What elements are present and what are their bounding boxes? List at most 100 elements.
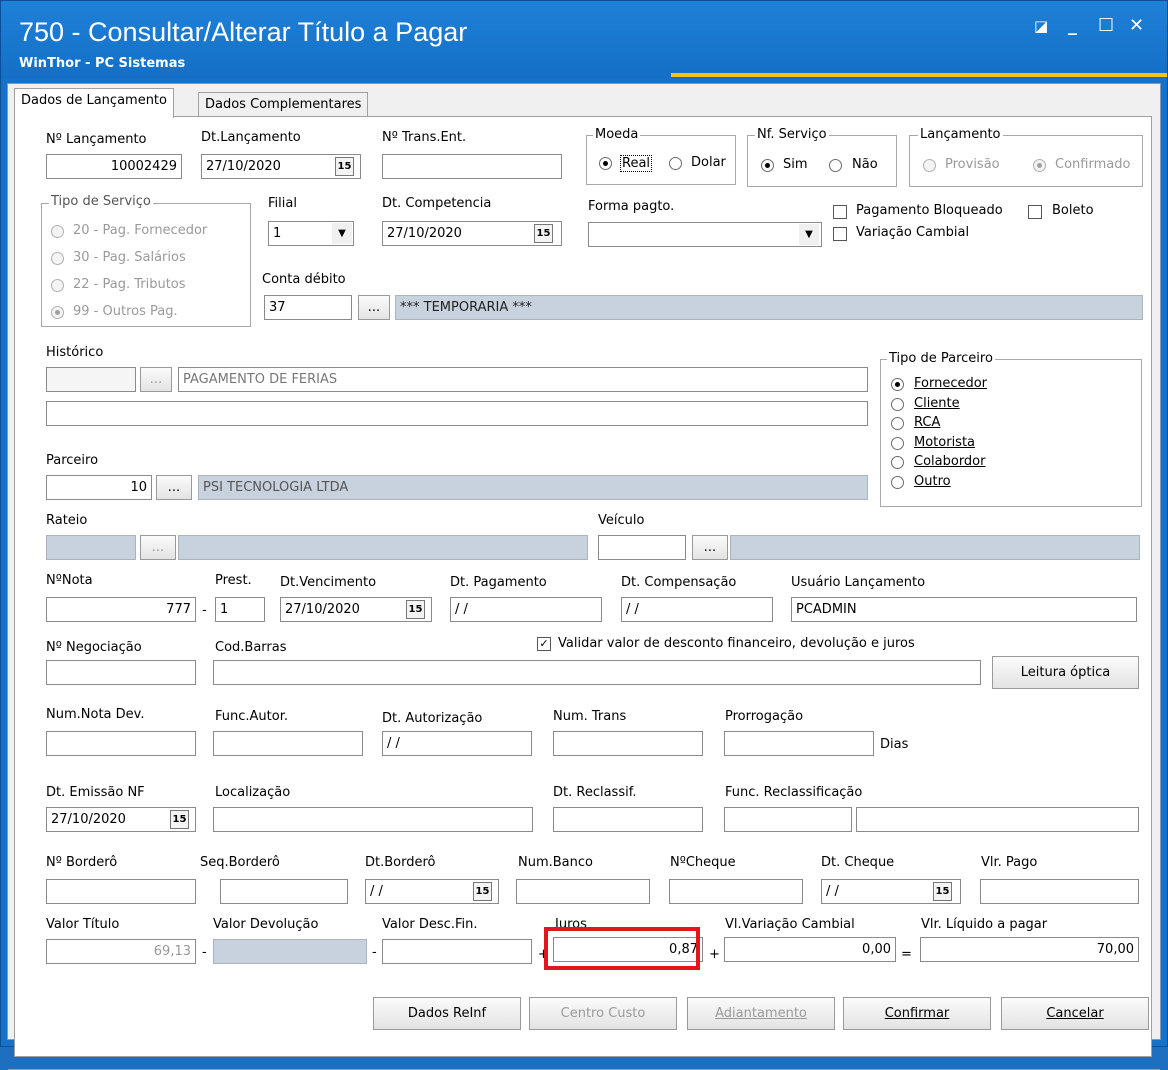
nnota-field[interactable]: 777 <box>46 597 196 622</box>
parceiro-field[interactable]: 10 <box>46 475 152 500</box>
vlliq-field[interactable]: 70,00 <box>920 937 1139 962</box>
boleto-checkbox[interactable] <box>1028 205 1042 219</box>
minimize-icon[interactable]: _ <box>1068 15 1077 37</box>
numtrans-field[interactable] <box>553 731 703 756</box>
ncheque-field[interactable] <box>669 879 803 904</box>
dados-reinf-button[interactable]: Dados ReInf <box>373 997 521 1030</box>
prorr-field[interactable] <box>724 731 874 756</box>
nbord-field[interactable] <box>46 879 196 904</box>
maximize-icon[interactable]: ☐ <box>1098 15 1114 37</box>
radio-motorista[interactable] <box>891 437 904 450</box>
cancelar-button[interactable]: Cancelar <box>1001 997 1149 1030</box>
label-funcaut: Func.Autor. <box>215 709 288 724</box>
chevron-down-icon[interactable]: ▼ <box>799 224 819 245</box>
label-confirmado: Confirmado <box>1055 157 1131 172</box>
calendar-icon[interactable]: 15 <box>473 882 492 901</box>
hist-code-field[interactable] <box>46 367 136 392</box>
pagbloq-checkbox[interactable] <box>833 205 847 219</box>
numdev-field[interactable] <box>46 731 196 756</box>
centro-custo-button[interactable]: Centro Custo <box>529 997 677 1030</box>
radio-confirmado[interactable] <box>1033 159 1046 172</box>
hist-detail-field[interactable] <box>46 401 868 426</box>
radio-outro[interactable] <box>891 476 904 489</box>
radio-real[interactable] <box>599 157 612 170</box>
adiantamento-button[interactable]: Adiantamento <box>687 997 835 1030</box>
nneg-field[interactable] <box>46 660 196 685</box>
radio-t22[interactable] <box>51 279 64 292</box>
vlvar-field[interactable]: 0,00 <box>724 937 896 962</box>
chevron-down-icon[interactable]: ▼ <box>332 223 352 244</box>
tab-page: Nº Lançamento 10002429 Dt.Lançamento 27/… <box>14 116 1152 1057</box>
title-bar[interactable]: 750 - Consultar/Alterar Título a Pagar W… <box>1 1 1167 79</box>
funcaut-field[interactable] <box>213 731 363 756</box>
label-prorr: Prorrogação <box>725 709 804 724</box>
tab-dados-complementares[interactable]: Dados Complementares <box>198 92 369 118</box>
label-numtrans: Num. Trans <box>553 709 627 724</box>
restore-icon[interactable]: ◪ <box>1034 15 1048 37</box>
hist-lookup-button[interactable]: ... <box>140 367 172 392</box>
calendar-icon[interactable]: 15 <box>170 810 189 829</box>
validar-checkbox[interactable]: ✓ <box>537 637 551 651</box>
dtaut-field[interactable]: / / <box>382 731 532 756</box>
seqbord-field[interactable] <box>220 879 348 904</box>
radio-t20[interactable] <box>51 225 64 238</box>
varcamb-checkbox[interactable] <box>833 227 847 241</box>
confirmar-button[interactable]: Confirmar <box>843 997 991 1030</box>
vlpago-field[interactable] <box>980 879 1139 904</box>
calendar-icon[interactable]: 15 <box>933 882 952 901</box>
label-dtcheque: Dt. Cheque <box>821 855 895 870</box>
tab-dados-lancamento[interactable]: Dados de Lançamento <box>14 88 174 118</box>
funcrecl-name-field[interactable] <box>856 807 1139 832</box>
nlanc-field[interactable]: 10002429 <box>46 154 182 179</box>
calendar-icon[interactable]: 15 <box>335 157 354 176</box>
radio-sim[interactable] <box>761 159 774 172</box>
label-varcamb: Variação Cambial <box>856 225 970 240</box>
dtpag-field[interactable]: / / <box>450 597 602 622</box>
radio-colabordor[interactable] <box>891 456 904 469</box>
label-colabordor: Colabordor <box>914 454 986 469</box>
usr-field[interactable]: PCADMIN <box>791 597 1137 622</box>
window-subtitle: WinThor - PC Sistemas <box>19 56 186 71</box>
calendar-icon[interactable]: 15 <box>534 224 553 243</box>
label-dolar: Dolar <box>691 155 726 170</box>
op-plus: + <box>709 947 720 962</box>
dtcomps-field[interactable]: / / <box>621 597 773 622</box>
label-nao: Não <box>852 157 878 172</box>
rateio-field[interactable] <box>46 535 136 560</box>
ntrans-field[interactable] <box>382 154 562 179</box>
dtrecl-field[interactable] <box>553 807 703 832</box>
veiculo-lookup-button[interactable]: ... <box>692 535 728 560</box>
label-dtaut: Dt. Autorização <box>382 711 483 726</box>
codbar-field[interactable] <box>213 660 981 685</box>
leitura-optica-button[interactable]: Leitura óptica <box>992 656 1139 689</box>
window-title: 750 - Consultar/Alterar Título a Pagar <box>19 17 468 47</box>
radio-t99[interactable] <box>51 306 64 319</box>
conta-field[interactable]: 37 <box>264 295 352 320</box>
label-validar: Validar valor de desconto financeiro, de… <box>558 636 915 651</box>
radio-nao[interactable] <box>829 159 842 172</box>
radio-cliente[interactable] <box>891 398 904 411</box>
radio-fornecedor[interactable] <box>891 378 904 391</box>
label-t20: 20 - Pag. Fornecedor <box>73 223 208 238</box>
radio-provisao[interactable] <box>923 159 936 172</box>
valdev-field[interactable] <box>213 939 367 964</box>
local-field[interactable] <box>213 807 533 832</box>
radio-t30[interactable] <box>51 252 64 265</box>
rateio-lookup-button[interactable]: ... <box>140 535 176 560</box>
label-nbord: Nº Borderô <box>46 855 118 870</box>
close-icon[interactable]: ✕ <box>1129 15 1144 37</box>
veiculo-field[interactable] <box>598 535 686 560</box>
funcrecl-code-field[interactable] <box>724 807 852 832</box>
radio-rca[interactable] <box>891 417 904 430</box>
label-t99: 99 - Outros Pag. <box>73 304 178 319</box>
prest-field[interactable]: 1 <box>215 597 265 622</box>
valdesc-field[interactable] <box>382 939 532 964</box>
label-valdesc: Valor Desc.Fin. <box>382 917 478 932</box>
valtit-field[interactable]: 69,13 <box>46 939 196 964</box>
radio-dolar[interactable] <box>669 157 682 170</box>
calendar-icon[interactable]: 15 <box>406 600 425 619</box>
numbanco-field[interactable] <box>516 879 650 904</box>
forma-select[interactable] <box>588 222 822 247</box>
parceiro-lookup-button[interactable]: ... <box>156 475 192 500</box>
conta-lookup-button[interactable]: ... <box>358 295 390 320</box>
